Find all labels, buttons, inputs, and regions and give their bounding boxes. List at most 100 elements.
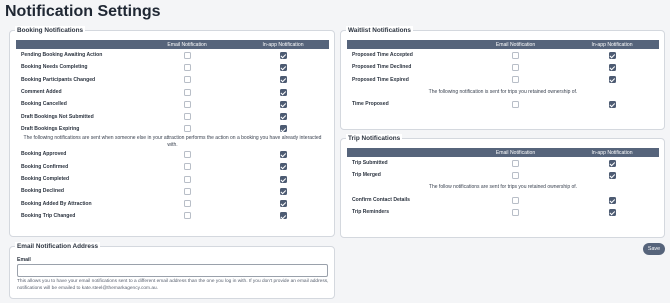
table-row: Proposed Time Expired bbox=[347, 74, 659, 86]
email-checkbox[interactable] bbox=[183, 150, 191, 158]
inapp-checkbox[interactable] bbox=[279, 200, 287, 208]
email-cell bbox=[137, 210, 237, 222]
email-checkbox[interactable] bbox=[512, 159, 519, 167]
email-checkbox[interactable] bbox=[183, 88, 191, 96]
email-checkbox[interactable] bbox=[183, 163, 191, 171]
email-cell bbox=[137, 173, 237, 185]
notification-label: Booking Completed bbox=[21, 176, 70, 182]
page-title: Notification Settings bbox=[5, 3, 161, 20]
section-note-row: The follow notifications are sent for tr… bbox=[347, 182, 659, 194]
email-checkbox[interactable] bbox=[183, 187, 191, 195]
email-cell bbox=[137, 185, 237, 197]
trip-notifications-legend: Trip Notifications bbox=[346, 134, 403, 143]
section-note: The following notification is sent for t… bbox=[428, 88, 578, 95]
email-cell bbox=[466, 157, 565, 169]
email-checkbox[interactable] bbox=[512, 171, 519, 179]
inapp-checkbox[interactable] bbox=[279, 125, 287, 133]
table-row: Booking Needs Completing bbox=[16, 61, 329, 73]
inapp-checkbox[interactable] bbox=[279, 51, 287, 59]
section-note-row: The following notification is sent for t… bbox=[347, 86, 659, 98]
email-cell bbox=[137, 61, 237, 73]
waitlist-notifications-panel: Waitlist Notifications Email Notificatio… bbox=[340, 26, 665, 130]
inapp-checkbox[interactable] bbox=[279, 187, 287, 195]
inapp-cell bbox=[565, 98, 659, 110]
table-row: Booking Confirmed bbox=[16, 161, 329, 173]
save-button[interactable]: Save bbox=[643, 243, 665, 255]
email-field-label: Email bbox=[17, 257, 31, 263]
inapp-checkbox[interactable] bbox=[608, 159, 616, 167]
notification-label: Draft Bookings Expiring bbox=[21, 125, 80, 132]
email-cell bbox=[137, 49, 237, 61]
table-header-row: Email Notification In-app Notification bbox=[16, 40, 329, 49]
inapp-checkbox[interactable] bbox=[608, 51, 616, 59]
inapp-checkbox[interactable] bbox=[279, 113, 287, 121]
email-checkbox[interactable] bbox=[183, 76, 191, 84]
email-cell bbox=[137, 161, 237, 173]
email-checkbox[interactable] bbox=[183, 113, 191, 121]
inapp-checkbox[interactable] bbox=[279, 163, 287, 171]
email-checkbox[interactable] bbox=[512, 196, 519, 204]
table-row: Booking Participants Changed bbox=[16, 74, 329, 86]
email-checkbox[interactable] bbox=[512, 51, 519, 59]
email-checkbox[interactable] bbox=[183, 175, 191, 183]
email-checkbox[interactable] bbox=[512, 100, 519, 108]
email-checkbox[interactable] bbox=[183, 125, 191, 133]
notification-label: Booking Needs Completing bbox=[21, 64, 88, 71]
inapp-cell bbox=[565, 169, 659, 181]
table-row: Draft Bookings Expiring bbox=[16, 123, 329, 135]
inapp-checkbox[interactable] bbox=[279, 175, 287, 183]
table-row: Trip Submitted bbox=[347, 157, 659, 169]
notification-label: Trip Reminders bbox=[352, 209, 390, 216]
header-blank bbox=[16, 40, 137, 49]
section-note-row: The following notifications are sent whe… bbox=[16, 135, 329, 148]
email-checkbox[interactable] bbox=[183, 51, 191, 59]
notification-label: Proposed Time Accepted bbox=[352, 52, 413, 59]
notification-label: Proposed Time Expired bbox=[352, 76, 409, 83]
header-blank bbox=[347, 148, 466, 157]
inapp-checkbox[interactable] bbox=[279, 150, 287, 158]
email-cell bbox=[137, 74, 237, 86]
email-cell bbox=[137, 86, 237, 98]
email-checkbox[interactable] bbox=[183, 200, 191, 208]
inapp-checkbox[interactable] bbox=[279, 63, 287, 71]
inapp-checkbox[interactable] bbox=[279, 100, 287, 108]
trip-notifications-table: Email Notification In-app Notification Tri… bbox=[347, 148, 659, 218]
trip-notifications-panel: Trip Notifications Email Notification In-… bbox=[340, 134, 665, 238]
email-cell bbox=[466, 61, 565, 73]
email-checkbox[interactable] bbox=[183, 212, 191, 220]
inapp-checkbox[interactable] bbox=[608, 196, 616, 204]
email-checkbox[interactable] bbox=[512, 208, 519, 216]
inapp-cell bbox=[237, 210, 329, 222]
notification-label: Booking Participants Changed bbox=[21, 76, 96, 83]
inapp-checkbox[interactable] bbox=[608, 171, 616, 179]
notification-label: Pending Booking Awaiting Action bbox=[21, 52, 103, 59]
table-row: Time Proposed bbox=[347, 98, 659, 110]
table-row: Proposed Time Declined bbox=[347, 61, 659, 73]
section-note: The follow notifications are sent for tr… bbox=[428, 184, 578, 191]
inapp-checkbox[interactable] bbox=[608, 63, 616, 71]
email-field[interactable] bbox=[17, 264, 328, 277]
inapp-checkbox[interactable] bbox=[279, 76, 287, 84]
header-inapp: In-app Notification bbox=[237, 40, 329, 49]
email-cell bbox=[466, 169, 565, 181]
inapp-checkbox[interactable] bbox=[608, 76, 616, 84]
inapp-checkbox[interactable] bbox=[279, 212, 287, 220]
email-checkbox[interactable] bbox=[512, 63, 519, 71]
inapp-cell bbox=[565, 194, 659, 206]
email-cell bbox=[466, 49, 565, 61]
header-email: Email Notification bbox=[466, 40, 565, 49]
notification-label: Booking Declined bbox=[21, 188, 65, 195]
header-inapp: In-app Notification bbox=[565, 40, 659, 49]
email-checkbox[interactable] bbox=[183, 63, 191, 71]
email-checkbox[interactable] bbox=[512, 76, 519, 84]
inapp-checkbox[interactable] bbox=[608, 100, 616, 108]
inapp-checkbox[interactable] bbox=[608, 208, 616, 216]
section-note: The following notifications are sent whe… bbox=[23, 135, 322, 148]
table-row: Trip Reminders bbox=[347, 206, 659, 218]
inapp-cell bbox=[237, 61, 329, 73]
email-cell bbox=[466, 74, 565, 86]
inapp-checkbox[interactable] bbox=[279, 88, 287, 96]
notification-label: Booking Confirmed bbox=[21, 163, 69, 170]
notification-label: Time Proposed bbox=[352, 101, 389, 108]
email-checkbox[interactable] bbox=[183, 100, 191, 108]
